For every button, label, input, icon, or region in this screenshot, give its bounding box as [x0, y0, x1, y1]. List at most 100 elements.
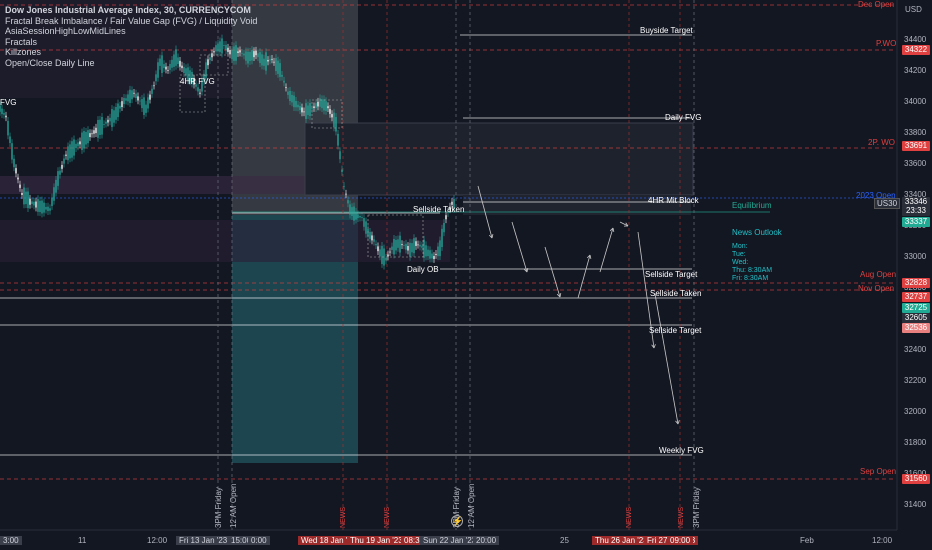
candle-body [387, 254, 389, 257]
level-label: Sellside Taken [650, 289, 702, 298]
candle-body [11, 143, 13, 160]
price-tag: 32737 [902, 292, 930, 302]
price-axis-label: 34000 [904, 97, 927, 106]
level-label: Sellside Target [649, 326, 702, 335]
currency-label[interactable]: USD [905, 5, 922, 14]
candle-body [101, 116, 103, 135]
candle-body [385, 257, 387, 261]
candle-body [427, 249, 429, 257]
projection-arrow [654, 293, 679, 425]
chart-legend: Dow Jones Industrial Average Index, 30, … [5, 5, 257, 68]
candle-body [329, 109, 331, 114]
candle-body [411, 243, 413, 253]
session-label: 12 AM Open [467, 483, 476, 528]
candle-body [277, 60, 279, 74]
candle-body [325, 101, 327, 111]
price-axis-label: 32000 [904, 407, 927, 416]
lightning-icon[interactable]: ⚡ [451, 515, 463, 527]
price-axis-panel [897, 0, 932, 550]
candle-body [301, 107, 303, 113]
candle-body [423, 239, 425, 258]
time-axis-label[interactable]: 12:00 [147, 536, 167, 545]
candle-body [431, 253, 433, 259]
candle-body [61, 164, 63, 169]
candle-body [69, 144, 71, 159]
symbol-title[interactable]: Dow Jones Industrial Average Index, 30, … [5, 5, 257, 16]
candle-body [99, 119, 101, 136]
indicator-asia-session[interactable]: AsiaSessionHighLowMidLines [5, 26, 257, 37]
candle-body [287, 91, 289, 95]
price-axis-label: 33000 [904, 252, 927, 261]
time-axis-label[interactable]: 20:00 [473, 536, 500, 545]
candle-body [409, 242, 411, 257]
price-axis-label: 34400 [904, 35, 927, 44]
time-axis-label[interactable]: 25 [560, 536, 569, 545]
indicator-fvg[interactable]: Fractal Break Imbalance / Fair Value Gap… [5, 16, 257, 27]
fvg-left-label: FVG [0, 98, 17, 107]
candle-body [285, 87, 287, 89]
price-axis-label: 33600 [904, 159, 927, 168]
price-axis-label: 32400 [904, 345, 927, 354]
candle-body [415, 241, 417, 246]
candle-body [291, 94, 293, 103]
news-outlook-line: Thu: 8:30AM [732, 267, 773, 274]
candle-body [437, 246, 439, 257]
candle-body [23, 187, 25, 205]
candle-body [377, 246, 379, 252]
projection-arrow [599, 227, 614, 273]
time-axis-label[interactable]: 11 [78, 536, 86, 545]
indicator-killzones[interactable]: Killzones [5, 47, 257, 58]
time-axis-label[interactable]: 12:00 [872, 536, 892, 545]
time-axis-label[interactable]: Thu 19 Jan '23 [347, 536, 406, 545]
indicator-fractals[interactable]: Fractals [5, 37, 257, 48]
time-axis-label[interactable]: Thu 26 Jan '23 [592, 536, 651, 545]
candle-body [143, 97, 145, 115]
candle-body [407, 245, 409, 251]
news-marker: NEWS [340, 507, 347, 528]
candle-body [153, 85, 155, 87]
candle-body [349, 204, 351, 215]
time-axis-label[interactable]: Feb [800, 536, 814, 545]
price-tag: 33691 [902, 141, 930, 151]
news-marker: NEWS [384, 507, 391, 528]
level-label: Sep Open [860, 467, 897, 476]
time-axis-label[interactable]: 3:00 [0, 536, 22, 545]
candle-body [155, 74, 157, 82]
candle-body [417, 244, 419, 246]
price-tag: 33337 [902, 217, 930, 227]
candle-body [313, 106, 315, 109]
candle-body [63, 158, 65, 164]
candle-body [353, 206, 355, 221]
candle-body [435, 253, 437, 255]
candle-body [21, 193, 23, 195]
candle-body [345, 193, 347, 195]
time-axis-label[interactable]: 0:00 [248, 536, 270, 545]
candle-body [275, 58, 277, 72]
indicator-daily-line[interactable]: Open/Close Daily Line [5, 58, 257, 69]
candle-body [97, 119, 99, 138]
time-axis-label[interactable]: Fri 13 Jan '23 [176, 536, 231, 545]
candle-body [375, 244, 377, 246]
candle-body [121, 101, 123, 108]
candle-body [365, 221, 367, 234]
candle-body [117, 103, 119, 118]
time-axis-label[interactable]: Sun 22 Jan '23 [420, 536, 480, 545]
price-tag: 32725 [902, 303, 930, 313]
candle-body [289, 90, 291, 102]
candle-body [279, 63, 281, 77]
price-chart[interactable] [0, 0, 932, 550]
candle-body [321, 99, 323, 109]
candle-body [15, 168, 17, 174]
candle-body [413, 238, 415, 254]
candle-body [5, 115, 7, 118]
time-axis-label[interactable]: 09:00 [667, 536, 694, 545]
candle-body [309, 103, 311, 117]
candle-body [333, 112, 335, 128]
candle-body [335, 116, 337, 132]
level-label: Daily FVG [665, 113, 702, 122]
candle-body [323, 99, 325, 111]
candle-body [257, 53, 259, 58]
price-tag: 23:33 [902, 206, 930, 216]
candle-body [363, 218, 365, 227]
candle-body [51, 197, 53, 207]
